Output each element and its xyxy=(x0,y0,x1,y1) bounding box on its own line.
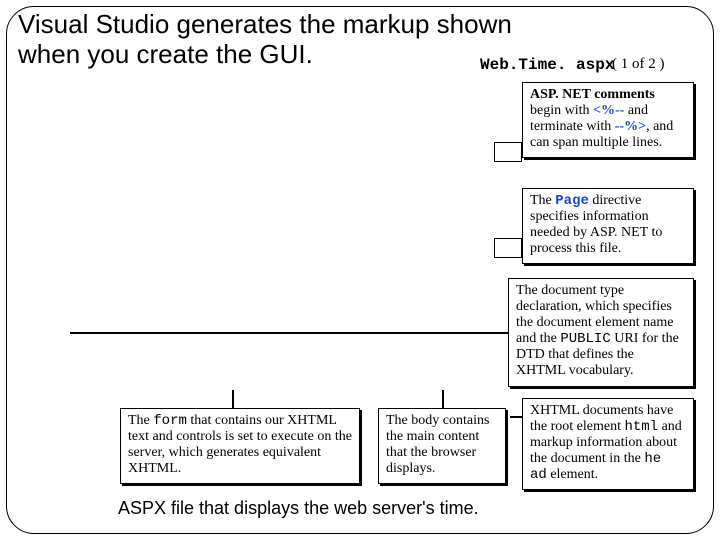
connector-line xyxy=(70,332,508,334)
connector-stub xyxy=(494,142,522,162)
slide-caption: ASPX file that displays the web server's… xyxy=(118,498,479,519)
code-token: html xyxy=(624,419,658,435)
code-token: --%> xyxy=(615,119,646,134)
callout-text: element. xyxy=(547,467,598,482)
callout-text: The xyxy=(530,193,555,208)
callout-text: The xyxy=(128,413,153,428)
connector-line xyxy=(232,390,234,408)
callout-aspnet-comments: ASP. NET comments begin with <%-- and te… xyxy=(522,82,694,158)
connector-stub xyxy=(494,238,522,258)
callout-xhtml-root: XHTML documents have the root element ht… xyxy=(522,398,694,490)
callout-text: begin with xyxy=(530,103,593,118)
callout-text: ASP. NET comments xyxy=(530,87,655,102)
callout-body: The body contains the main content that … xyxy=(378,408,506,484)
callout-text: The body contains the main content that … xyxy=(386,413,489,476)
connector-line xyxy=(510,416,522,418)
page-indicator: ( 1 of 2 ) xyxy=(612,56,665,73)
callout-doctype: The document type declaration, which spe… xyxy=(508,278,694,387)
callout-form: The form that contains our XHTML text an… xyxy=(120,408,360,484)
code-token: form xyxy=(153,413,187,429)
code-token: Page xyxy=(555,193,589,209)
code-token: PUBLIC xyxy=(560,331,610,347)
connector-line xyxy=(442,390,444,408)
callout-page-directive: The Page directive specifies information… xyxy=(522,188,694,264)
filename-label: Web.Time. aspx xyxy=(480,56,614,74)
code-token: <%-- xyxy=(593,103,624,118)
